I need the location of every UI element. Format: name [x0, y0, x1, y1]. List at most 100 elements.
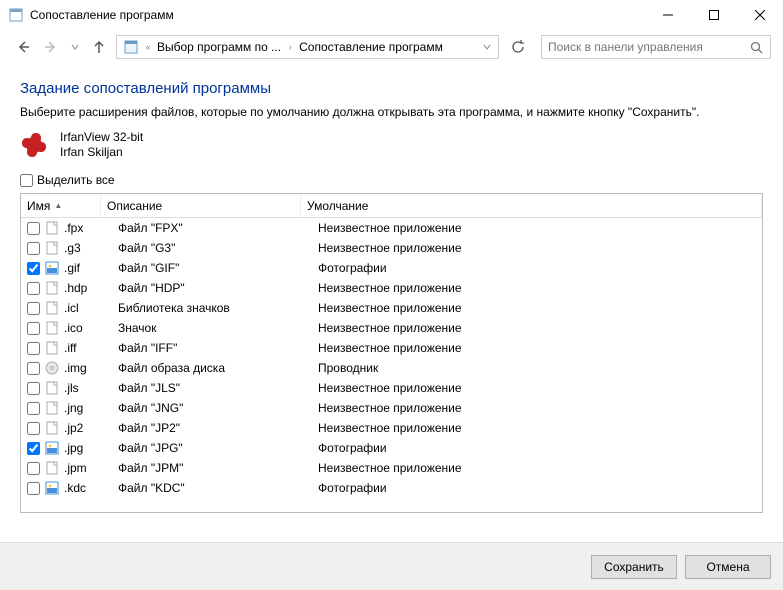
search-box[interactable]	[541, 35, 771, 59]
cell-description: Файл "KDC"	[118, 481, 318, 495]
table-row[interactable]: .g3Файл "G3"Неизвестное приложение	[21, 238, 762, 258]
cell-extension: .g3	[64, 241, 118, 255]
cell-default: Неизвестное приложение	[318, 401, 762, 415]
row-checkbox[interactable]	[27, 262, 40, 275]
row-checkbox[interactable]	[27, 222, 40, 235]
window-controls	[645, 0, 783, 30]
row-checkbox[interactable]	[27, 322, 40, 335]
program-name: IrfanView 32-bit	[60, 130, 143, 145]
window-title: Сопоставление программ	[30, 8, 645, 22]
program-icon	[20, 129, 52, 161]
cell-extension: .jp2	[64, 421, 118, 435]
cell-extension: .hdp	[64, 281, 118, 295]
column-header-default[interactable]: Умолчание	[301, 194, 762, 217]
cell-default: Фотографии	[318, 261, 762, 275]
file-type-icon	[44, 480, 60, 496]
row-checkbox[interactable]	[27, 462, 40, 475]
column-header-name[interactable]: Имя▲	[21, 194, 101, 217]
table-row[interactable]: .imgФайл образа дискаПроводник	[21, 358, 762, 378]
breadcrumb-dropdown[interactable]	[478, 36, 496, 58]
table-row[interactable]: .jpgФайл "JPG"Фотографии	[21, 438, 762, 458]
table-row[interactable]: .jpmФайл "JPM"Неизвестное приложение	[21, 458, 762, 478]
program-publisher: Irfan Skiljan	[60, 145, 143, 160]
search-icon[interactable]	[748, 39, 764, 55]
table-row[interactable]: .jp2Файл "JP2"Неизвестное приложение	[21, 418, 762, 438]
breadcrumb-item-1[interactable]: Выбор программ по ...	[153, 40, 285, 54]
cell-default: Неизвестное приложение	[318, 321, 762, 335]
row-checkbox[interactable]	[27, 302, 40, 315]
breadcrumb[interactable]: « Выбор программ по ... › Сопоставление …	[116, 35, 499, 59]
row-checkbox[interactable]	[27, 422, 40, 435]
breadcrumb-chevron-icon[interactable]: ›	[285, 42, 295, 52]
row-checkbox[interactable]	[27, 242, 40, 255]
table-row[interactable]: .icoЗначокНеизвестное приложение	[21, 318, 762, 338]
cell-default: Неизвестное приложение	[318, 241, 762, 255]
table-row[interactable]: .jlsФайл "JLS"Неизвестное приложение	[21, 378, 762, 398]
row-checkbox[interactable]	[27, 482, 40, 495]
cell-extension: .ico	[64, 321, 118, 335]
search-input[interactable]	[548, 40, 748, 54]
row-checkbox[interactable]	[27, 362, 40, 375]
minimize-button[interactable]	[645, 0, 691, 30]
cell-description: Библиотека значков	[118, 301, 318, 315]
cell-extension: .icl	[64, 301, 118, 315]
file-type-icon	[44, 300, 60, 316]
nav-history-dropdown[interactable]	[68, 36, 82, 58]
cell-default: Неизвестное приложение	[318, 341, 762, 355]
cell-extension: .jng	[64, 401, 118, 415]
file-type-icon	[44, 400, 60, 416]
file-type-icon	[44, 280, 60, 296]
nav-up-button[interactable]	[88, 36, 110, 58]
cell-description: Файл "FPX"	[118, 221, 318, 235]
instruction-text: Выберите расширения файлов, которые по у…	[20, 105, 763, 119]
app-icon	[8, 7, 24, 23]
cell-description: Файл "GIF"	[118, 261, 318, 275]
select-all-checkbox[interactable]: Выделить все	[20, 173, 763, 187]
table-row[interactable]: .iclБиблиотека значковНеизвестное прилож…	[21, 298, 762, 318]
cell-description: Значок	[118, 321, 318, 335]
cell-description: Файл "JPM"	[118, 461, 318, 475]
row-checkbox[interactable]	[27, 382, 40, 395]
cell-extension: .jls	[64, 381, 118, 395]
nav-back-button[interactable]	[12, 36, 34, 58]
cell-default: Фотографии	[318, 481, 762, 495]
row-checkbox[interactable]	[27, 442, 40, 455]
table-row[interactable]: .kdcФайл "KDC"Фотографии	[21, 478, 762, 498]
table-row[interactable]: .hdpФайл "HDP"Неизвестное приложение	[21, 278, 762, 298]
save-button[interactable]: Сохранить	[591, 555, 677, 579]
extensions-table: Имя▲ Описание Умолчание .fpxФайл "FPX"Не…	[20, 193, 763, 513]
refresh-button[interactable]	[507, 36, 529, 58]
cell-default: Неизвестное приложение	[318, 381, 762, 395]
cell-description: Файл "HDP"	[118, 281, 318, 295]
close-button[interactable]	[737, 0, 783, 30]
file-type-icon	[44, 460, 60, 476]
row-checkbox[interactable]	[27, 282, 40, 295]
file-type-icon	[44, 240, 60, 256]
table-body[interactable]: .fpxФайл "FPX"Неизвестное приложение.g3Ф…	[21, 218, 762, 512]
cell-extension: .gif	[64, 261, 118, 275]
program-info: IrfanView 32-bit Irfan Skiljan	[20, 129, 763, 161]
row-checkbox[interactable]	[27, 402, 40, 415]
select-all-label: Выделить все	[37, 173, 115, 187]
row-checkbox[interactable]	[27, 342, 40, 355]
control-panel-icon	[123, 39, 139, 55]
cell-extension: .jpg	[64, 441, 118, 455]
select-all-input[interactable]	[20, 174, 33, 187]
table-row[interactable]: .gifФайл "GIF"Фотографии	[21, 258, 762, 278]
breadcrumb-item-2[interactable]: Сопоставление программ	[295, 40, 447, 54]
table-row[interactable]: .iffФайл "IFF"Неизвестное приложение	[21, 338, 762, 358]
table-row[interactable]: .fpxФайл "FPX"Неизвестное приложение	[21, 218, 762, 238]
nav-forward-button[interactable]	[40, 36, 62, 58]
file-type-icon	[44, 260, 60, 276]
cell-default: Фотографии	[318, 441, 762, 455]
file-type-icon	[44, 360, 60, 376]
table-row[interactable]: .jngФайл "JNG"Неизвестное приложение	[21, 398, 762, 418]
cell-extension: .iff	[64, 341, 118, 355]
maximize-button[interactable]	[691, 0, 737, 30]
breadcrumb-chevron-icon[interactable]: «	[143, 42, 153, 52]
column-header-description[interactable]: Описание	[101, 194, 301, 217]
cancel-button[interactable]: Отмена	[685, 555, 771, 579]
file-type-icon	[44, 440, 60, 456]
cell-description: Файл "JNG"	[118, 401, 318, 415]
file-type-icon	[44, 220, 60, 236]
